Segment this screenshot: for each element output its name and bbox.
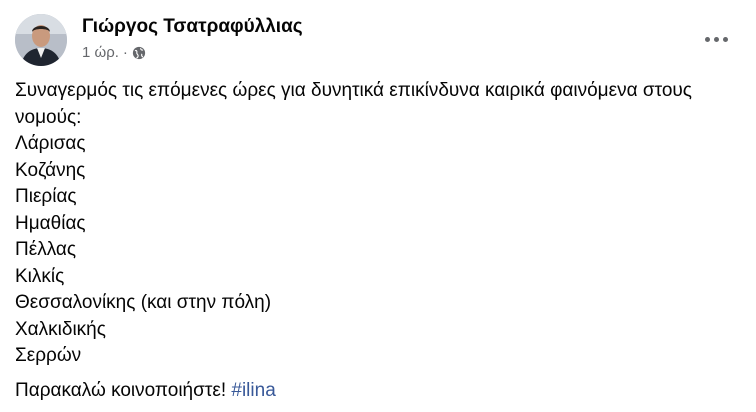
region-item: Χαλκιδικής [15,318,106,340]
region-item: Πέλλας [15,239,77,260]
author-name[interactable]: Γιώργος Τσατραφύλλιας [82,16,303,38]
facebook-post: Γιώργος Τσατραφύλλιας 1 ώρ. · Συναγερμός… [0,0,756,412]
region-item: Ημαθίας [15,212,86,234]
hashtag-link[interactable]: #ilina [231,380,275,401]
post-call-to-action: Παρακαλώ κοινοποιήστε! #ilina [15,378,745,405]
region-item: Πιερίας [15,186,77,207]
region-item: Κιλκίς [15,265,65,287]
cta-text: Παρακαλώ κοινοποιήστε! [15,379,232,401]
post-timestamp[interactable]: 1 ώρ. [82,44,119,61]
more-options-button[interactable] [696,24,736,54]
region-item: Σερρών [15,345,82,366]
region-item: Κοζάνης [15,159,86,181]
post-text: Συναγερμός τις επόμενες ώρες για δυνητικ… [15,78,745,404]
meta-separator: · [122,44,128,61]
post-intro-line-1: Συναγερμός τις επόμενες ώρες για δυνητικ… [15,80,692,101]
more-horizontal-icon [704,36,728,42]
post-meta: 1 ώρ. · [82,44,146,61]
author-avatar[interactable] [15,14,67,66]
region-item: Θεσσαλονίκης (και στην πόλη) [15,292,272,313]
globe-icon[interactable] [132,46,146,60]
post-intro-line-2: νομούς: [15,106,82,128]
region-item: Λάρισας [15,133,86,154]
avatar-photo [15,14,67,66]
